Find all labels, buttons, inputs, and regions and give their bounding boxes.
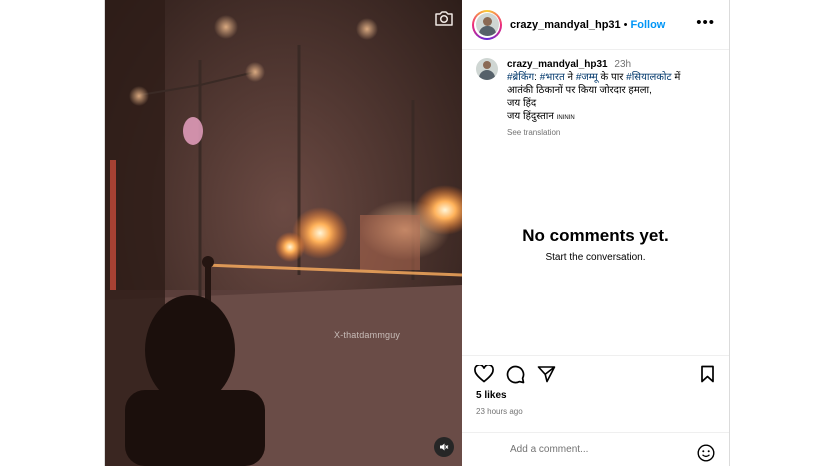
caption-username[interactable]: crazy_mandyal_hp31: [507, 59, 608, 70]
no-comments-title: No comments yet.: [522, 226, 669, 245]
post-caption: crazy_mandyal_hp31 23h #ब्रेकिंग: #भारत …: [476, 58, 716, 139]
comment-bubble-icon[interactable]: [506, 365, 525, 389]
post-timestamp[interactable]: 23 hours ago: [476, 407, 523, 416]
caption-text: crazy_mandyal_hp31 23h #ब्रेकिंग: #भारत …: [507, 58, 680, 139]
post-modal: X-thatdammguy crazy_mandyal_hp31 • Follo…: [104, 0, 730, 466]
post-header: crazy_mandyal_hp31 • Follow •••: [462, 0, 729, 50]
no-comments-subtitle: Start the conversation.: [545, 252, 646, 263]
camera-icon[interactable]: [434, 10, 454, 32]
caption-line3: जय हिंद: [507, 98, 537, 109]
story-avatar[interactable]: [472, 9, 502, 40]
video-frame: [105, 0, 462, 466]
caption-line4: जय हिंदुस्तान: [507, 111, 554, 122]
likes-count[interactable]: 5 likes: [476, 390, 507, 401]
caption-mid: ने: [564, 72, 576, 83]
separator-dot: •: [623, 18, 628, 31]
mute-button[interactable]: [434, 437, 454, 457]
caption-mid2: के पार: [597, 72, 627, 83]
smiley-icon[interactable]: [697, 444, 715, 467]
hashtag-bharat[interactable]: #भारत: [540, 72, 565, 83]
caption-time: 23h: [614, 59, 632, 70]
caption-line4-suffix: INININ: [556, 115, 575, 121]
header-username[interactable]: crazy_mandyal_hp31: [510, 19, 621, 31]
bookmark-icon[interactable]: [700, 365, 715, 388]
caption-line2: आतंकी ठिकानों पर किया जोरदार हमला,: [507, 85, 652, 96]
hashtag-sialkot[interactable]: #सियालकोट: [626, 72, 671, 83]
avatar: [475, 13, 499, 36]
caption-avatar[interactable]: [476, 58, 498, 80]
follow-button[interactable]: Follow: [631, 19, 666, 31]
speaker-muted-icon: [440, 443, 449, 451]
video-watermark: X-thatdammguy: [334, 330, 401, 340]
hashtag-breaking[interactable]: #ब्रेकिंग: [507, 72, 534, 83]
comment-bar: [462, 432, 729, 467]
heart-icon[interactable]: [474, 363, 494, 388]
more-options-icon[interactable]: •••: [696, 15, 715, 30]
post-side-panel: crazy_mandyal_hp31 • Follow ••• crazy_ma…: [462, 0, 729, 466]
post-video[interactable]: X-thatdammguy: [105, 0, 462, 466]
see-translation-link[interactable]: See translation: [507, 126, 680, 139]
comment-avatar-placeholder: [476, 444, 496, 469]
add-comment-input[interactable]: [508, 443, 692, 456]
hashtag-jammu[interactable]: #जम्मू: [576, 72, 598, 83]
caption-line1-end: में: [671, 72, 681, 83]
paper-plane-icon[interactable]: [537, 365, 556, 388]
